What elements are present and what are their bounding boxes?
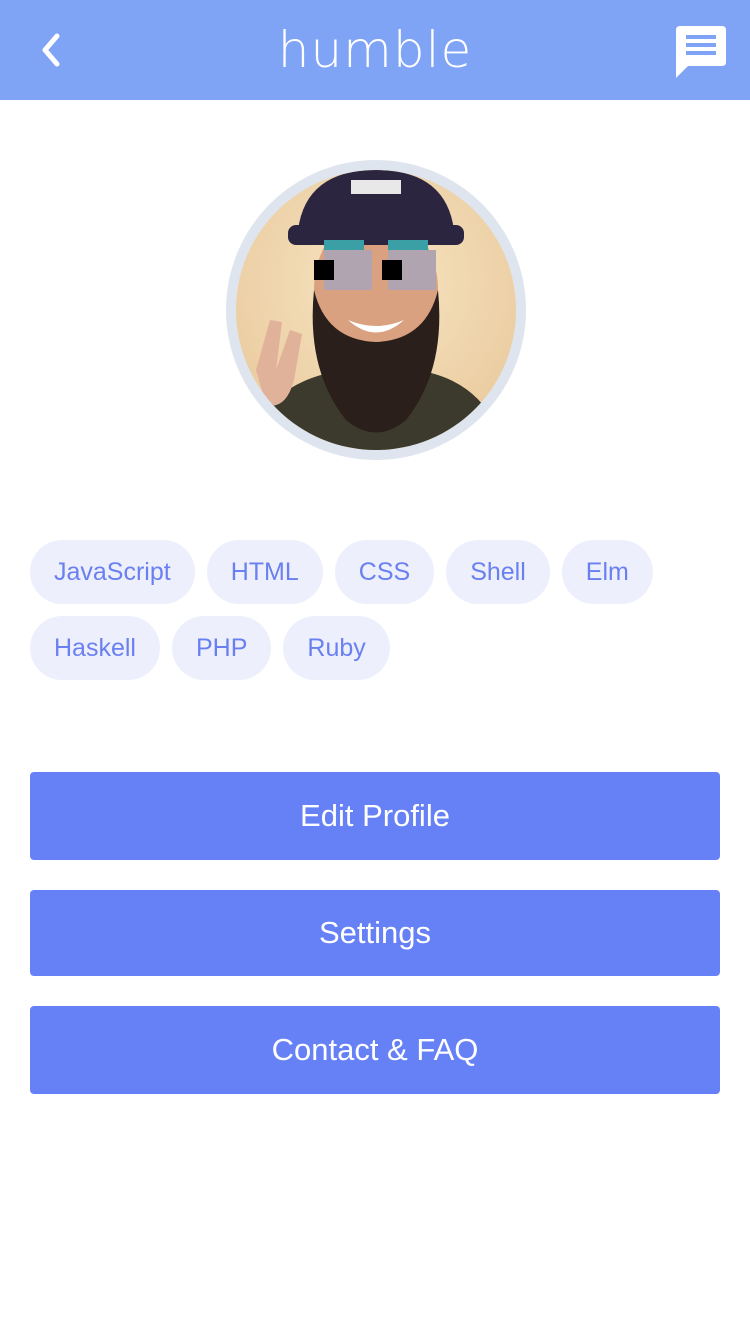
tag-elm[interactable]: Elm: [561, 540, 653, 604]
tag-javascript[interactable]: JavaScript: [30, 540, 195, 604]
tag-row: Haskell PHP Ruby: [30, 616, 720, 680]
avatar: [236, 170, 516, 450]
settings-button[interactable]: Settings: [30, 890, 720, 976]
app-logo: humble: [277, 21, 473, 79]
messages-button[interactable]: [670, 22, 728, 80]
tag-php[interactable]: PHP: [171, 616, 272, 680]
app-header: humble: [0, 0, 750, 100]
avatar-frame: [226, 160, 526, 460]
tag-ruby[interactable]: Ruby: [283, 616, 390, 680]
tag-shell[interactable]: Shell: [446, 540, 550, 604]
contact-faq-button[interactable]: Contact & FAQ: [30, 1006, 720, 1094]
tag-row: JavaScript HTML CSS Shell Elm: [30, 540, 720, 604]
message-icon: [676, 26, 726, 78]
tag-html[interactable]: HTML: [206, 540, 323, 604]
edit-profile-button[interactable]: Edit Profile: [30, 772, 720, 860]
tag-haskell[interactable]: Haskell: [30, 616, 160, 680]
skill-tags: JavaScript HTML CSS Shell Elm Haskell PH…: [30, 540, 720, 692]
tag-css[interactable]: CSS: [334, 540, 435, 604]
